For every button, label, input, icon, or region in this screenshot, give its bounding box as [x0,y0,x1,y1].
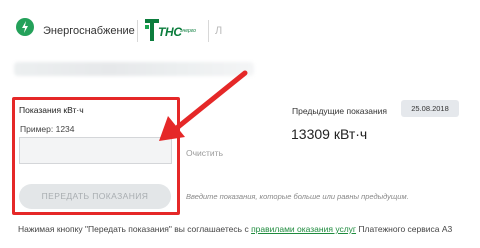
consent-text: Нажимая кнопку "Передать показания" вы с… [18,224,452,234]
clear-link[interactable]: Очистить [186,148,223,158]
service-rules-link[interactable]: правилами оказания услуг [251,224,356,234]
consent-prefix: Нажимая кнопку "Передать показания" вы с… [18,224,252,234]
readings-example: Пример: 1234 [20,124,75,134]
brand-energosnabzhenie[interactable]: Энергоснабжение [43,25,135,37]
header-divider [208,20,209,42]
previous-readings-value: 13309 кВт·ч [291,126,368,142]
submit-readings-button[interactable]: ПЕРЕДАТЬ ПОКАЗАНИЯ [19,184,171,209]
tns-logo-text: ТНС [158,25,182,39]
readings-label: Показания кВт·ч [19,105,84,115]
tns-logo-subtext: энерго [180,28,196,34]
previous-readings-date-badge: 25.08.2018 [401,100,459,117]
tns-logo[interactable]: ТНС энерго [145,16,205,44]
readings-hint: Введите показания, которые больше или ра… [186,192,409,201]
brand-partial[interactable]: Л [215,25,222,37]
readings-input[interactable] [19,137,172,164]
site-header: Энергоснабжение ТНС энерго Л [0,0,480,56]
header-divider [137,20,138,42]
consent-suffix: Платежного сервиса А3 [356,224,453,234]
lightning-icon [16,18,34,36]
blurred-account-info [14,62,254,76]
previous-readings-label: Предыдущие показания [292,106,388,116]
